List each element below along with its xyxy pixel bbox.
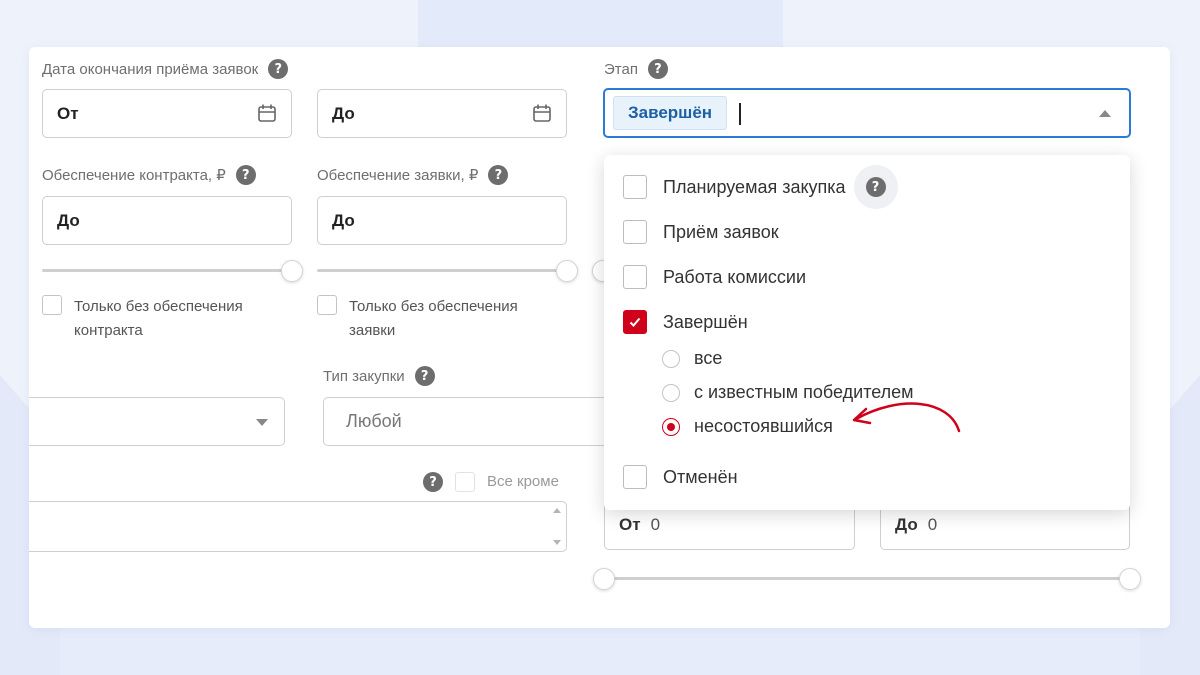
stage-option-planned[interactable]: Планируемая закупка ? <box>623 165 898 209</box>
text-caret <box>739 103 741 125</box>
price-slider-min-thumb[interactable] <box>593 568 615 590</box>
price-slider-max-thumb[interactable] <box>1119 568 1141 590</box>
bid-security-field[interactable]: До <box>317 196 567 245</box>
purchase-type-label-row: Тип закупки ? <box>323 366 435 386</box>
price-to-value: 0 <box>927 515 938 534</box>
region-select[interactable] <box>29 397 285 446</box>
background-top-band <box>418 0 783 48</box>
bid-security-label: Обеспечение заявки, ₽ <box>317 167 479 184</box>
background-bottom-band <box>60 627 1140 675</box>
all-except-label: Все кроме <box>487 473 559 490</box>
calendar-icon[interactable] <box>532 103 552 123</box>
stage-option-label: Приём заявок <box>663 221 779 242</box>
help-icon[interactable]: ? <box>235 165 256 185</box>
stage-dropdown: Планируемая закупка ? Приём заявок Работ… <box>604 155 1130 510</box>
bid-security-checkbox[interactable] <box>317 295 337 315</box>
checkmark-icon <box>629 317 641 327</box>
chevron-up-icon[interactable] <box>1099 110 1111 117</box>
stage-option-label: Отменён <box>663 466 738 487</box>
deadline-to-field[interactable]: До <box>317 89 567 138</box>
filter-panel: Дата окончания приёма заявок ? От До Обе… <box>29 47 1170 628</box>
annotation-arrow-icon <box>852 402 961 433</box>
deadline-label: Дата окончания приёма заявок <box>42 60 259 78</box>
radio-button[interactable] <box>662 349 680 368</box>
checkbox[interactable] <box>623 465 647 489</box>
chevron-down-icon <box>256 419 268 426</box>
deadline-from-placeholder: От <box>57 103 79 123</box>
stage-option-label: Работа комиссии <box>663 266 807 287</box>
completed-suboption-all[interactable]: все <box>662 348 722 369</box>
price-from-value: 0 <box>650 515 661 534</box>
price-to-label: До <box>895 515 918 534</box>
checkbox[interactable] <box>623 175 647 199</box>
contract-security-checkbox-label: Только без обеспечения контракта <box>74 298 243 339</box>
checkbox[interactable] <box>623 265 647 289</box>
purchase-type-value: Любой <box>346 411 402 431</box>
purchase-type-select[interactable]: Любой <box>323 397 623 446</box>
deadline-from-field[interactable]: От <box>42 89 292 138</box>
completed-suboption-failed[interactable]: несостоявшийся <box>662 416 833 437</box>
stage-option-accepting[interactable]: Приём заявок <box>623 220 779 244</box>
stage-option-cancelled[interactable]: Отменён <box>623 465 738 489</box>
price-from-label: От <box>619 515 641 534</box>
keywords-textarea[interactable] <box>29 501 567 552</box>
bid-security-checkbox-label: Только без обеспечения заявки <box>349 298 518 339</box>
radio-button[interactable] <box>662 383 680 402</box>
bid-security-slider-track[interactable] <box>317 269 569 272</box>
stage-option-completed[interactable]: Завершён <box>623 310 748 334</box>
calendar-icon[interactable] <box>257 103 277 123</box>
help-icon[interactable]: ? <box>414 366 435 386</box>
contract-security-checkbox[interactable] <box>42 295 62 315</box>
purchase-type-label: Тип закупки <box>323 367 405 385</box>
stage-select[interactable]: Завершён <box>603 88 1131 138</box>
bid-security-slider-thumb[interactable] <box>556 260 578 282</box>
contract-security-label-row: Обеспечение контракта, ₽ ? <box>42 165 256 185</box>
checkbox-checked[interactable] <box>623 310 647 334</box>
contract-security-slider-track[interactable] <box>42 269 294 272</box>
stage-selected-chip[interactable]: Завершён <box>613 96 728 130</box>
help-icon[interactable]: ? <box>268 59 289 79</box>
stage-chip-label: Завершён <box>628 103 713 122</box>
stage-option-label: Планируемая закупка <box>663 176 846 197</box>
suboption-label: несостоявшийся <box>694 416 833 436</box>
scroll-up-icon[interactable] <box>553 508 561 513</box>
contract-security-value: До <box>57 210 80 230</box>
stage-label-row: Этап ? <box>604 59 668 79</box>
suboption-label: все <box>694 348 723 368</box>
help-icon[interactable]: ? <box>488 165 509 185</box>
deadline-label-row: Дата окончания приёма заявок ? <box>42 59 289 79</box>
stage-option-commission[interactable]: Работа комиссии <box>623 265 806 289</box>
help-icon[interactable]: ? <box>423 472 443 492</box>
contract-security-checkbox-row[interactable]: Только без обеспечения контракта <box>42 295 282 343</box>
stage-option-label: Завершён <box>663 311 748 332</box>
bid-security-value: До <box>332 210 355 230</box>
help-icon[interactable]: ? <box>865 177 886 197</box>
checkbox[interactable] <box>623 220 647 244</box>
all-except-checkbox[interactable] <box>455 472 475 492</box>
help-icon[interactable]: ? <box>647 59 668 79</box>
contract-security-field[interactable]: До <box>42 196 292 245</box>
bid-security-checkbox-row[interactable]: Только без обеспечения заявки <box>317 295 557 343</box>
contract-security-slider-thumb[interactable] <box>281 260 303 282</box>
deadline-to-placeholder: До <box>332 103 355 123</box>
bid-security-label-row: Обеспечение заявки, ₽ ? <box>317 165 509 185</box>
contract-security-label: Обеспечение контракта, ₽ <box>42 167 226 184</box>
scroll-down-icon[interactable] <box>553 540 561 545</box>
price-slider-track[interactable] <box>604 577 1130 580</box>
stage-label: Этап <box>604 60 638 78</box>
radio-button-selected[interactable] <box>662 417 680 436</box>
help-icon-wrapper[interactable]: ? <box>853 165 898 209</box>
